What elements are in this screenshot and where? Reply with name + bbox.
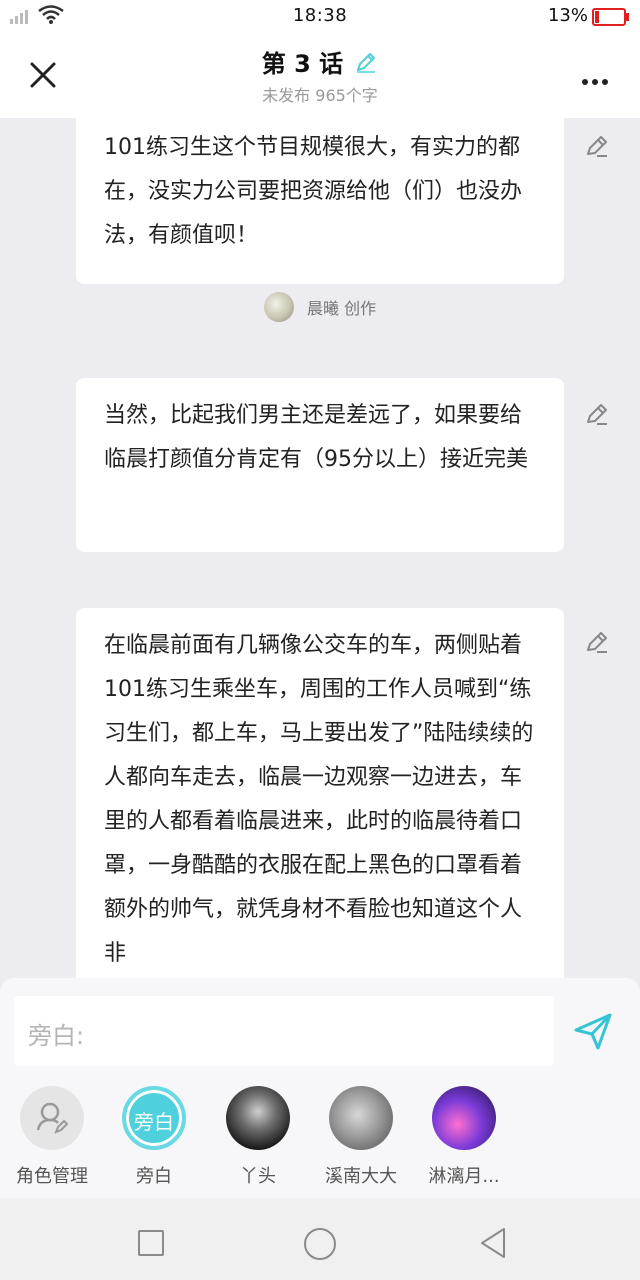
role-character[interactable]: 丫头	[206, 1086, 310, 1188]
edit-card-icon[interactable]	[584, 630, 610, 656]
role-name: 角色管理	[16, 1166, 88, 1187]
card-text: 101练习生这个节目规模很大，有实力的都在，没实力公司要把资源给他（们）也没办法…	[104, 135, 523, 248]
more-options-icon[interactable]	[582, 70, 612, 85]
app-screen: 18:38 13% 第 3 话 未发布 965个字 101练习生这个节目规模很大…	[0, 0, 640, 1280]
role-name: 丫头	[240, 1166, 276, 1187]
editor-header: 第 3 话 未发布 965个字	[0, 34, 640, 118]
narration-card[interactable]: 当然，比起我们男主还是差远了，如果要给临晨打颜值分肯定有（95分以上）接近完美	[76, 378, 564, 552]
person-edit-icon	[36, 1102, 69, 1134]
role-avatar[interactable]	[20, 1086, 84, 1150]
clock: 18:38	[292, 5, 348, 26]
role-character[interactable]: 溪南大大	[309, 1086, 413, 1188]
role-avatar[interactable]	[432, 1086, 496, 1150]
role-avatar[interactable]	[329, 1086, 393, 1150]
author-action: 创作	[344, 299, 377, 318]
episode-title[interactable]: 第 3 话	[262, 50, 343, 78]
narration-card[interactable]: 在临晨前面有几辆像公交车的车，两侧贴着101练习生乘坐车，周围的工作人员喊到“练…	[76, 608, 564, 980]
recents-button[interactable]	[138, 1230, 164, 1256]
card-text: 当然，比起我们男主还是差远了，如果要给临晨打颜值分肯定有（95分以上）接近完美	[104, 403, 528, 472]
narration-card[interactable]: 101练习生这个节目规模很大，有实力的都在，没实力公司要把资源给他（们）也没办法…	[76, 118, 564, 284]
role-avatar[interactable]: 旁白	[122, 1086, 186, 1150]
role-name: 旁白	[136, 1166, 172, 1187]
input-placeholder: 旁白:	[28, 1022, 85, 1050]
author-avatar[interactable]	[263, 292, 294, 322]
card-text: 在临晨前面有几辆像公交车的车，两侧贴着101练习生乘坐车，周围的工作人员喊到“练…	[104, 633, 534, 966]
role-character[interactable]: 淋漓月...	[412, 1086, 516, 1188]
message-input[interactable]: 旁白:	[14, 996, 554, 1066]
role-avatar[interactable]	[226, 1086, 290, 1150]
role-badge: 旁白	[134, 1110, 174, 1134]
role-narrator[interactable]: 旁白 旁白	[102, 1086, 206, 1188]
role-name: 淋漓月...	[428, 1166, 500, 1187]
status-bar: 18:38 13%	[0, 0, 640, 34]
composer-panel: 旁白: 角色管理 旁白 旁白 丫头 溪南大大 淋漓月...	[0, 978, 640, 1198]
battery-icon	[592, 8, 629, 26]
system-nav-bar	[0, 1198, 640, 1280]
battery-percent: 13%	[547, 5, 588, 26]
publish-status: 未发布 965个字	[262, 86, 378, 105]
role-name: 溪南大大	[325, 1166, 397, 1187]
role-selector: 角色管理 旁白 旁白 丫头 溪南大大 淋漓月...	[0, 1086, 640, 1196]
episode-title-group[interactable]: 第 3 话	[0, 44, 640, 79]
edit-card-icon[interactable]	[584, 402, 610, 428]
back-button[interactable]	[478, 1226, 508, 1260]
edit-title-icon[interactable]	[354, 50, 378, 74]
role-manage[interactable]: 角色管理	[0, 1086, 104, 1188]
author-name[interactable]: 晨曦	[307, 299, 339, 318]
story-feed[interactable]: 101练习生这个节目规模很大，有实力的都在，没实力公司要把资源给他（们）也没办法…	[0, 118, 640, 980]
edit-card-icon[interactable]	[584, 134, 610, 160]
send-icon[interactable]	[572, 1010, 614, 1052]
author-credit: 晨曦 创作	[0, 292, 640, 322]
home-button[interactable]	[304, 1228, 336, 1260]
